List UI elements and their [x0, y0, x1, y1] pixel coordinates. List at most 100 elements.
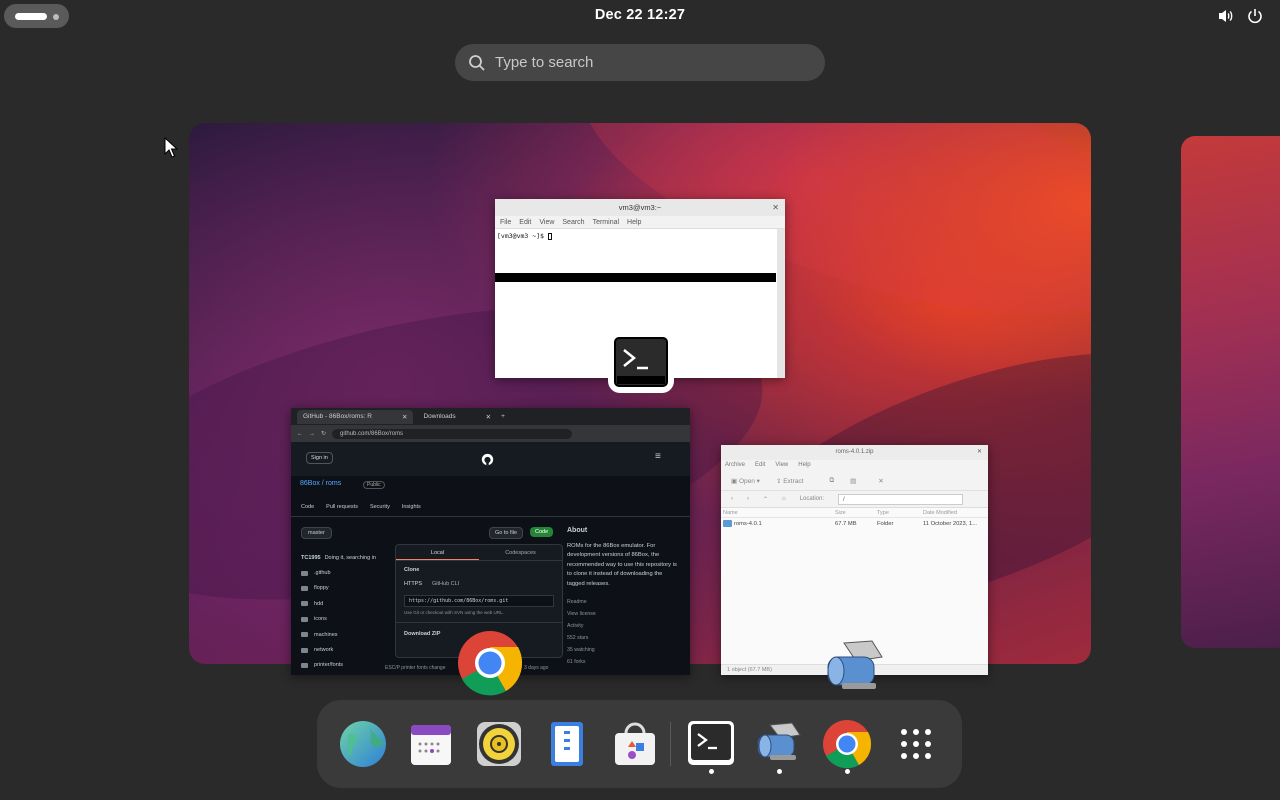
close-icon[interactable]: ✕	[772, 199, 779, 216]
meta-readme[interactable]: Readme	[567, 596, 679, 608]
activities-button[interactable]	[4, 4, 69, 28]
tab-https[interactable]: HTTPS	[404, 581, 422, 587]
terminal-icon[interactable]	[686, 719, 736, 769]
running-indicator	[777, 769, 782, 774]
archive-manager-icon[interactable]	[754, 719, 804, 769]
about-heading: About	[567, 527, 588, 534]
code-button[interactable]: Code	[530, 527, 554, 537]
about-text: ROMs for the 86Box emulator. For develop…	[567, 542, 677, 587]
running-indicator	[845, 769, 850, 774]
tab-local[interactable]: Local	[396, 545, 479, 560]
copy-icon[interactable]: ⧉	[829, 477, 834, 485]
menu-item[interactable]: Archive	[725, 460, 745, 471]
column-date[interactable]: Date Modified	[923, 508, 957, 517]
github-logo-icon[interactable]	[481, 453, 494, 466]
tab-codespaces[interactable]: Codespaces	[479, 545, 562, 560]
software-store-icon[interactable]	[610, 719, 660, 769]
volume-icon[interactable]	[1217, 7, 1235, 25]
mouse-cursor-icon	[164, 137, 178, 158]
up-icon[interactable]: ⌃	[763, 496, 768, 503]
last-commit-time: 3 days ago	[524, 665, 549, 671]
home-icon[interactable]: ⌂	[782, 496, 786, 502]
scrollbar[interactable]	[777, 229, 785, 378]
running-indicator	[709, 769, 714, 774]
folder-icon	[723, 519, 732, 527]
meta-stars[interactable]: 552 stars	[567, 632, 679, 644]
music-player-icon[interactable]	[474, 719, 524, 769]
tab-code[interactable]: Code	[301, 504, 314, 510]
browser-globe-icon[interactable]	[338, 719, 388, 769]
chrome-icon	[458, 631, 523, 696]
menu-item[interactable]: Help	[627, 216, 641, 228]
visibility-badge: Public	[363, 481, 385, 489]
paste-icon[interactable]: ▤	[850, 477, 856, 485]
search-icon	[469, 55, 485, 71]
next-workspace-thumbnail[interactable]	[1181, 136, 1280, 648]
url-field[interactable]: github.com/86Box/roms	[332, 428, 573, 439]
overview-search[interactable]	[455, 44, 825, 81]
meta-forks[interactable]: 61 forks	[567, 656, 679, 668]
meta-watching[interactable]: 35 watching	[567, 644, 679, 656]
close-icon[interactable]: ✕	[977, 445, 982, 460]
column-headers: Name Size Type Date Modified	[721, 508, 988, 518]
menu-item[interactable]: View	[775, 460, 788, 471]
app-grid-icon[interactable]	[891, 719, 941, 769]
archive-menubar: Archive Edit View Help	[721, 460, 988, 471]
tab-pull-requests[interactable]: Pull requests	[326, 504, 358, 510]
menu-item[interactable]: Edit	[755, 460, 765, 471]
archive-manager-icon	[827, 640, 883, 689]
clone-url-field[interactable]: https://github.com/86Box/roms.git	[404, 595, 554, 607]
tab-github-cli[interactable]: GitHub CLI	[432, 581, 459, 587]
menu-icon[interactable]: ≡	[655, 451, 661, 462]
back-icon[interactable]: ←	[297, 431, 303, 437]
forward-icon[interactable]: →	[309, 431, 315, 437]
branch-selector[interactable]: master	[301, 527, 332, 539]
open-button[interactable]: ▣ Open ▾	[731, 477, 760, 485]
top-bar: Dec 22 12:27	[0, 0, 1280, 32]
browser-tab[interactable]: GitHub - 86Box/roms: R ✕	[297, 409, 414, 424]
browser-tab[interactable]: Downloads ✕	[417, 410, 497, 424]
chrome-icon[interactable]	[822, 719, 872, 769]
text-editor-icon[interactable]	[542, 719, 592, 769]
sign-in-button[interactable]: Sign in	[306, 452, 333, 464]
repo-name[interactable]: 86Box / roms	[300, 480, 341, 487]
repo-tabs: Code Pull requests Security Insights	[301, 504, 421, 510]
terminal-prompt[interactable]: [vm3@vm3 ~]$	[495, 229, 785, 243]
go-to-file-button[interactable]: Go to file	[489, 527, 524, 539]
tab-security[interactable]: Security	[370, 504, 390, 510]
menu-item[interactable]: View	[539, 216, 554, 228]
location-label: Location:	[799, 496, 825, 502]
meta-activity[interactable]: Activity	[567, 620, 679, 632]
github-header: Sign in ≡	[291, 442, 690, 476]
clone-heading: Clone	[404, 567, 420, 573]
terminal-render-bar	[495, 273, 776, 282]
forward-icon[interactable]: ›	[747, 496, 749, 502]
tab-insights[interactable]: Insights	[402, 504, 421, 510]
back-icon[interactable]: ‹	[731, 496, 733, 502]
column-name[interactable]: Name	[723, 508, 835, 517]
meta-license[interactable]: View license	[567, 608, 679, 620]
column-size[interactable]: Size	[835, 508, 877, 517]
browser-tabstrip: GitHub - 86Box/roms: R ✕ Downloads ✕ +	[291, 408, 690, 425]
extract-button[interactable]: ⇪ Extract	[776, 477, 804, 485]
menu-item[interactable]: File	[500, 216, 511, 228]
about-panel: About ROMs for the 86Box emulator. For d…	[567, 526, 679, 668]
delete-icon[interactable]: ✕	[878, 477, 883, 485]
address-bar-row: ← → ↻ github.com/86Box/roms	[291, 425, 690, 442]
clock[interactable]: Dec 22 12:27	[540, 7, 740, 23]
new-tab-icon[interactable]: +	[501, 413, 505, 420]
table-row[interactable]: roms-4.0.1 67.7 MB Folder 11 October 202…	[721, 518, 988, 530]
menu-item[interactable]: Edit	[519, 216, 531, 228]
menu-item[interactable]: Terminal	[593, 216, 619, 228]
window-title: vm3@vm3:~ ✕	[495, 199, 785, 216]
dash-separator	[670, 722, 671, 766]
calendar-icon[interactable]	[406, 719, 456, 769]
menu-item[interactable]: Help	[798, 460, 810, 471]
menu-item[interactable]: Search	[562, 216, 584, 228]
power-icon[interactable]	[1246, 7, 1264, 25]
location-field[interactable]: /	[838, 493, 964, 505]
reload-icon[interactable]: ↻	[321, 430, 326, 437]
active-workspace-indicator	[15, 13, 47, 20]
column-type[interactable]: Type	[877, 508, 923, 517]
search-input[interactable]	[495, 44, 795, 81]
